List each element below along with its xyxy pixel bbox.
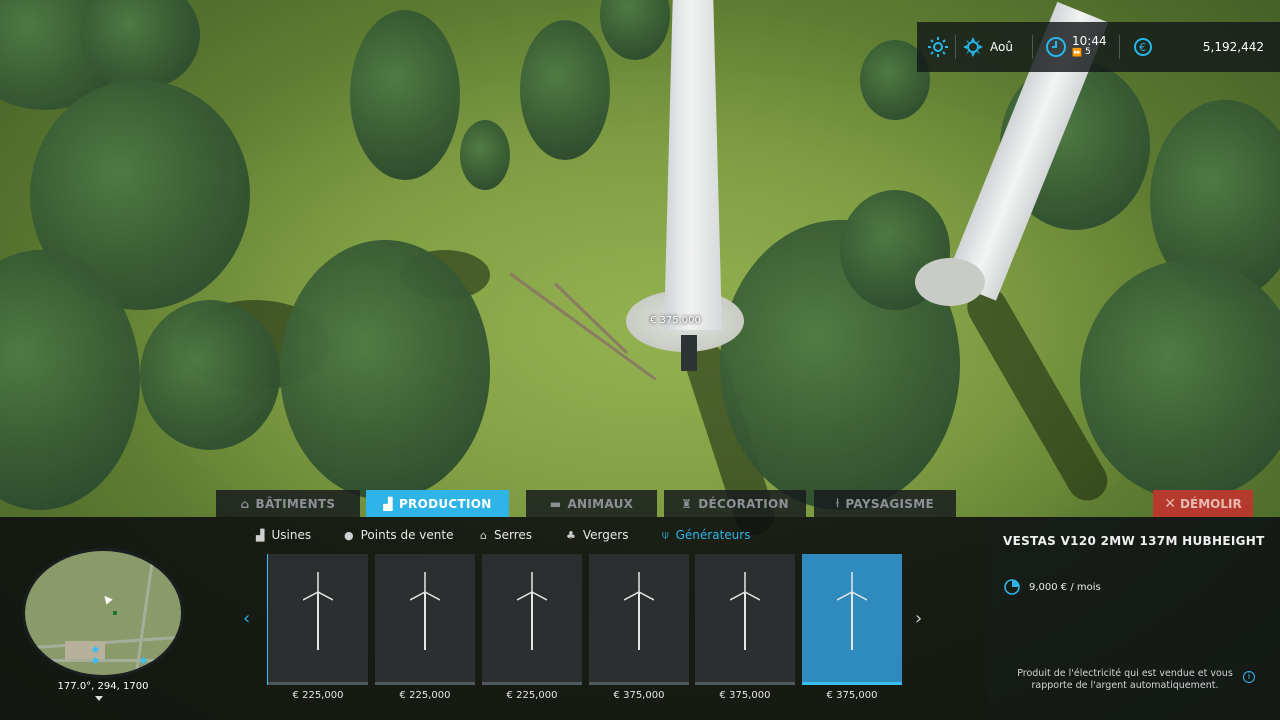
item-price: € 375,000 [613, 690, 665, 701]
tab-label: BÂTIMENTS [255, 496, 336, 511]
speed-label: 5 [1084, 47, 1091, 57]
hud-separator [1118, 35, 1120, 59]
tree [280, 240, 490, 500]
wind-turbine-icon [837, 572, 867, 650]
wind-turbine-icon [730, 572, 760, 650]
generator-item[interactable] [695, 554, 795, 685]
subtab-serres[interactable]: ⌂ Serres [480, 528, 532, 542]
hud-separator [955, 35, 956, 59]
demolish-button[interactable]: ✕ DÉMOLIR [1153, 490, 1253, 517]
cow-icon: ▬ [549, 496, 562, 511]
demolish-label: DÉMOLIR [1180, 496, 1242, 511]
subtab-points-de-vente[interactable]: ● Points de vente [344, 528, 453, 542]
item-price: € 375,000 [826, 690, 878, 701]
generator-item[interactable] [589, 554, 689, 685]
scroll-right-arrow[interactable]: › [915, 608, 922, 629]
scroll-left-arrow[interactable]: ‹ [243, 608, 250, 629]
wind-turbine-icon [624, 572, 654, 650]
subtab-label: Vergers [582, 528, 629, 542]
greenhouse-icon: ⌂ [480, 528, 487, 542]
subtab-usines[interactable]: ▟ Usines [256, 528, 311, 542]
item-underline [695, 682, 795, 685]
minimap-coords: 177.0°, 294, 1700 [57, 681, 149, 692]
minimap[interactable] [22, 548, 184, 678]
turbine-door [681, 335, 697, 371]
generator-item[interactable] [482, 554, 582, 685]
tree [520, 20, 610, 160]
euro-icon: € [1133, 38, 1152, 56]
item-price: € 375,000 [719, 690, 771, 701]
generator-item[interactable] [375, 554, 475, 685]
minimap-road [25, 659, 181, 662]
wind-turbine-icon [303, 572, 333, 650]
item-price: € 225,000 [399, 690, 451, 701]
running-cost-label: 9,000 € / mois [1029, 581, 1101, 593]
item-underline [268, 682, 368, 685]
running-cost: 9,000 € / mois [1003, 578, 1101, 596]
time-label: 10:44 [1072, 34, 1107, 48]
factory-icon: ▟ [383, 496, 393, 511]
wind-turbine-icon: ⍦ [662, 528, 669, 541]
barn-icon: ⌂ [240, 496, 250, 511]
placement-price: € 375,000 [650, 315, 701, 326]
subtab-generateurs[interactable]: ⍦ Générateurs [662, 528, 750, 542]
tab-batiments[interactable]: ⌂ BÂTIMENTS [216, 490, 360, 517]
statue-icon: ♜ [681, 496, 693, 511]
close-icon: ✕ [1164, 495, 1177, 512]
subtab-vergers[interactable]: ♣ Vergers [566, 528, 628, 542]
minimap-pointer-icon [95, 696, 103, 701]
tab-label: PRODUCTION [398, 496, 492, 511]
player-marker-icon [101, 593, 113, 605]
item-underline [375, 682, 475, 685]
tab-paysagisme[interactable]: ⍿ PAYSAGISME [814, 490, 956, 517]
tab-animaux[interactable]: ▬ ANIMAUX [526, 490, 657, 517]
item-title: VESTAS V120 2MW 137M HUBHEIGHT [1003, 534, 1265, 548]
orchard-icon: ♣ [566, 528, 576, 542]
wind-turbine-icon [410, 572, 440, 650]
hud-bar: Aoû 10:44 ⏩ 5 € 5,192,442 [917, 22, 1280, 72]
subtab-label: Générateurs [675, 528, 751, 542]
item-underline [482, 682, 582, 685]
wind-turbine-icon [517, 572, 547, 650]
shovel-icon: ⍿ [836, 496, 840, 510]
money-label: 5,192,442 [1202, 40, 1264, 54]
sun-gear-icon [962, 36, 984, 58]
item-price: € 225,000 [292, 690, 344, 701]
tree [350, 10, 460, 180]
tab-label: DÉCORATION [698, 496, 789, 511]
fast-forward-icon: ⏩ [1072, 48, 1082, 57]
subtab-label: Points de vente [360, 528, 454, 542]
month-label: Aoû [990, 40, 1013, 54]
tree [140, 300, 280, 450]
turbine-foundation-existing [915, 258, 985, 306]
sun-icon [927, 36, 949, 58]
cost-icon [1004, 579, 1020, 595]
tree [460, 120, 510, 190]
item-underline [802, 682, 902, 685]
time-block: 10:44 ⏩ 5 [1072, 34, 1107, 58]
item-description: Produit de l'électricité qui est vendue … [1017, 668, 1233, 691]
item-underline [589, 682, 689, 685]
subtab-label: Serres [493, 528, 533, 542]
tab-production[interactable]: ▟ PRODUCTION [366, 490, 509, 517]
tab-label: PAYSAGISME [845, 496, 934, 511]
info-icon[interactable]: i [1243, 671, 1255, 683]
generator-item[interactable] [268, 554, 368, 685]
item-price: € 225,000 [506, 690, 558, 701]
coin-icon: ● [344, 528, 354, 542]
tab-label: ANIMAUX [567, 496, 634, 511]
factory-icon: ▟ [256, 528, 265, 542]
clock-icon [1045, 36, 1067, 58]
subtab-label: Usines [271, 528, 312, 542]
speed-block: ⏩ 5 [1072, 47, 1107, 58]
generator-item-selected[interactable] [802, 554, 902, 685]
minimap-object [113, 611, 117, 615]
minimap-road [65, 641, 105, 659]
hud-separator [1032, 35, 1033, 59]
wind-turbine-tower-preview [664, 0, 722, 330]
tree [600, 0, 670, 60]
tab-decoration[interactable]: ♜ DÉCORATION [664, 490, 806, 517]
